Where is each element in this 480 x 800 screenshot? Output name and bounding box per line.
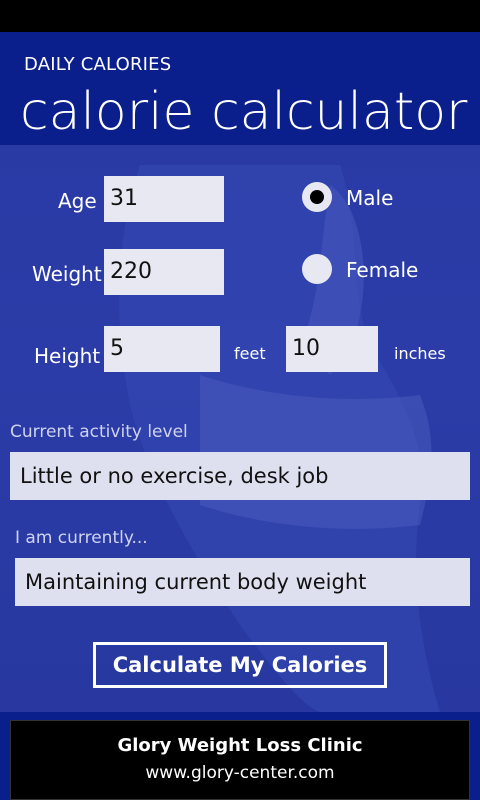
calculator-form: Age 31 Weight 220 Height 5 feet 10 inche…: [0, 145, 480, 712]
female-radio[interactable]: [302, 254, 332, 284]
height-label: Height: [34, 344, 101, 368]
weight-label: Weight: [32, 262, 102, 286]
female-label: Female: [346, 258, 419, 282]
ad-banner[interactable]: Glory Weight Loss Clinic www.glory-cente…: [10, 720, 470, 800]
goal-caption: I am currently...: [15, 528, 148, 548]
height-feet-input[interactable]: 5: [104, 326, 220, 372]
height-inches-input[interactable]: 10: [286, 326, 378, 372]
calculate-button[interactable]: Calculate My Calories: [93, 642, 387, 688]
activity-level-select[interactable]: Little or no exercise, desk job: [10, 452, 470, 500]
inches-unit-label: inches: [394, 344, 446, 363]
age-label: Age: [58, 189, 97, 213]
feet-unit-label: feet: [234, 344, 266, 363]
status-bar: [0, 0, 480, 32]
ad-title: Glory Weight Loss Clinic: [117, 735, 363, 756]
page-title: calorie calculator: [20, 82, 468, 142]
male-radio[interactable]: [302, 182, 332, 212]
footer: Glory Weight Loss Clinic www.glory-cente…: [0, 712, 480, 800]
app-title: DAILY CALORIES: [24, 54, 172, 75]
goal-select[interactable]: Maintaining current body weight: [15, 558, 470, 606]
header: DAILY CALORIES calorie calculator: [0, 32, 480, 145]
male-label: Male: [346, 186, 394, 210]
ad-url: www.glory-center.com: [145, 763, 335, 783]
weight-input[interactable]: 220: [104, 249, 224, 295]
selected-dot-icon: [310, 190, 324, 204]
age-input[interactable]: 31: [104, 176, 224, 222]
activity-caption: Current activity level: [10, 422, 188, 442]
